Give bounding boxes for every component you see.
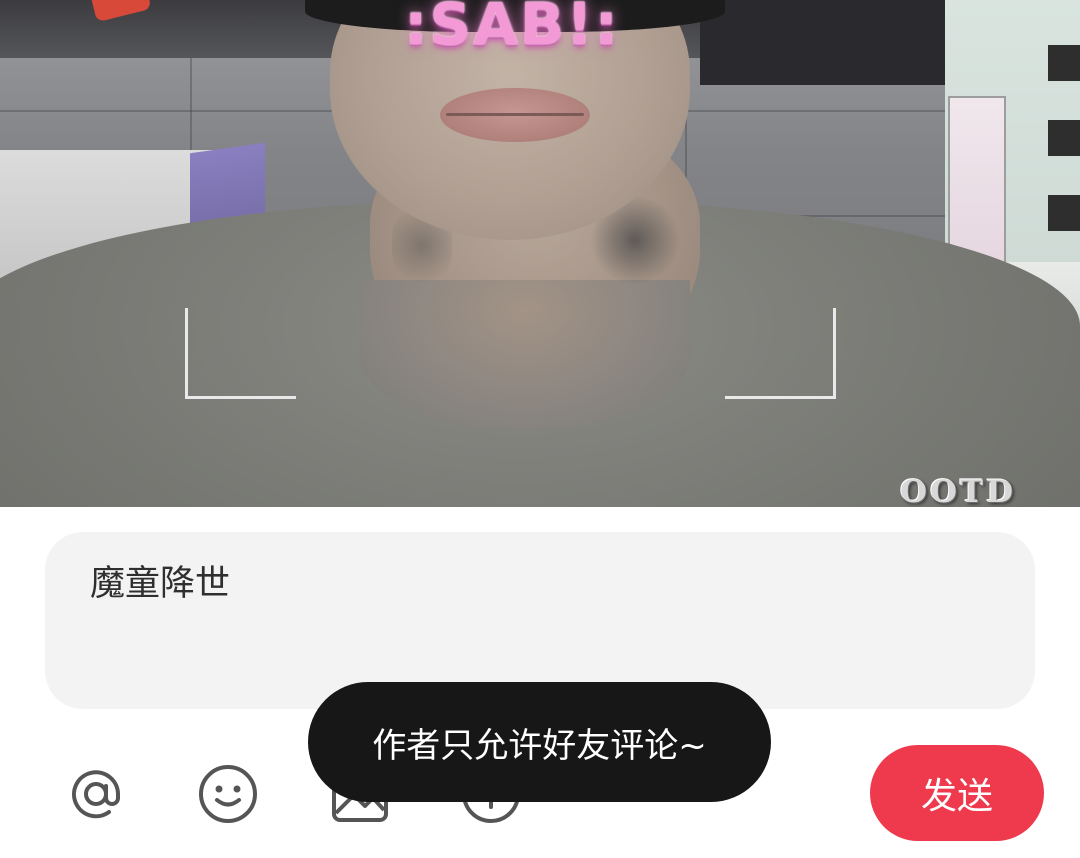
- photo-collar: [360, 280, 690, 430]
- scan-bracket-right: [725, 308, 836, 399]
- photo-shelf: [1048, 120, 1080, 156]
- photo-shelf: [1048, 45, 1080, 81]
- photo-preview: :SAB!: OOTD: [0, 0, 1080, 507]
- comment-input-text: 魔童降世: [90, 564, 231, 604]
- photo-sticker-text: :SAB!:: [404, 0, 620, 58]
- toast-message: 作者只允许好友评论~: [308, 682, 771, 802]
- scan-bracket-left: [185, 308, 296, 399]
- toast-text: 作者只允许好友评论~: [372, 725, 707, 766]
- photo-shelf: [1048, 195, 1080, 231]
- send-button[interactable]: 发送: [870, 745, 1044, 841]
- photo-watermark: OOTD: [900, 474, 1016, 507]
- photo-lip-line: [446, 113, 584, 116]
- photo-cabinet-right: [700, 0, 980, 85]
- at-icon[interactable]: [65, 763, 127, 825]
- emoji-icon[interactable]: [197, 763, 259, 825]
- photo-frame: [948, 96, 1006, 264]
